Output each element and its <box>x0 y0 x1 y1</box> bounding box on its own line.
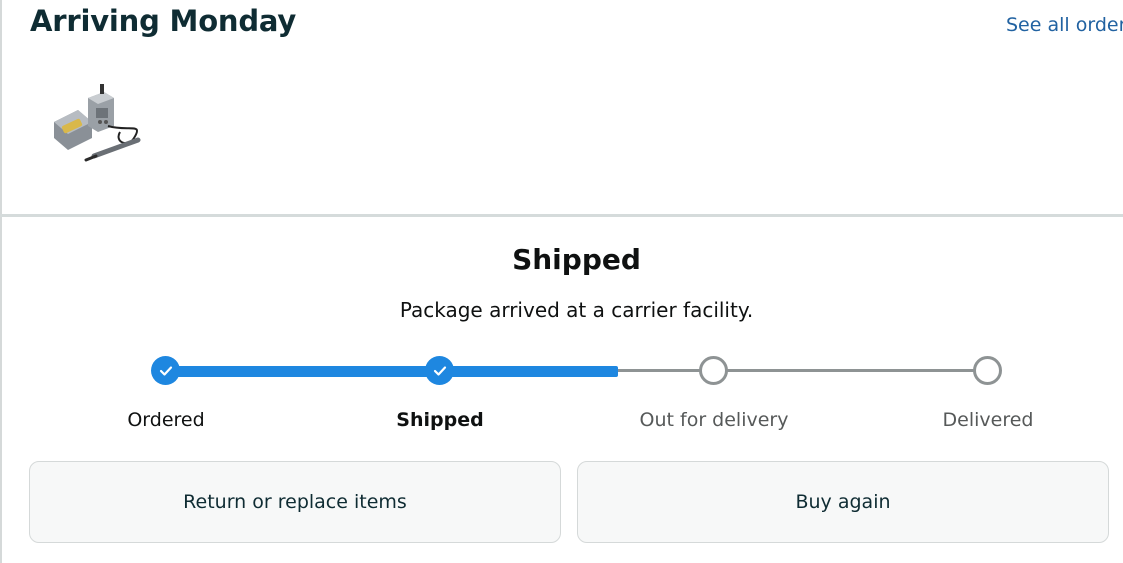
step-label-out-for-delivery: Out for delivery <box>639 409 789 431</box>
step-out-for-delivery-dot <box>699 356 728 385</box>
page-border <box>0 0 2 563</box>
checkmark-icon <box>433 365 446 376</box>
step-label-ordered: Ordered <box>127 409 205 431</box>
progress-track-fill <box>166 366 618 377</box>
soldering-station-icon <box>54 84 141 162</box>
section-divider <box>0 214 1123 217</box>
return-or-replace-label: Return or replace items <box>183 491 407 513</box>
return-or-replace-button[interactable]: Return or replace items <box>29 461 561 543</box>
buy-again-label: Buy again <box>795 491 891 513</box>
shipment-status-message: Package arrived at a carrier facility. <box>399 298 754 322</box>
arrival-title: Arriving Monday <box>30 4 297 38</box>
product-image[interactable] <box>48 82 148 168</box>
step-label-shipped: Shipped <box>396 409 484 431</box>
step-label-delivered: Delivered <box>942 409 1034 431</box>
buy-again-button[interactable]: Buy again <box>577 461 1109 543</box>
step-ordered-dot <box>151 356 180 385</box>
see-all-orders-link[interactable]: See all orders <box>1006 14 1123 36</box>
step-delivered-dot <box>973 356 1002 385</box>
shipment-status-title: Shipped <box>512 243 641 276</box>
step-shipped-dot <box>425 356 454 385</box>
checkmark-icon <box>159 365 172 376</box>
